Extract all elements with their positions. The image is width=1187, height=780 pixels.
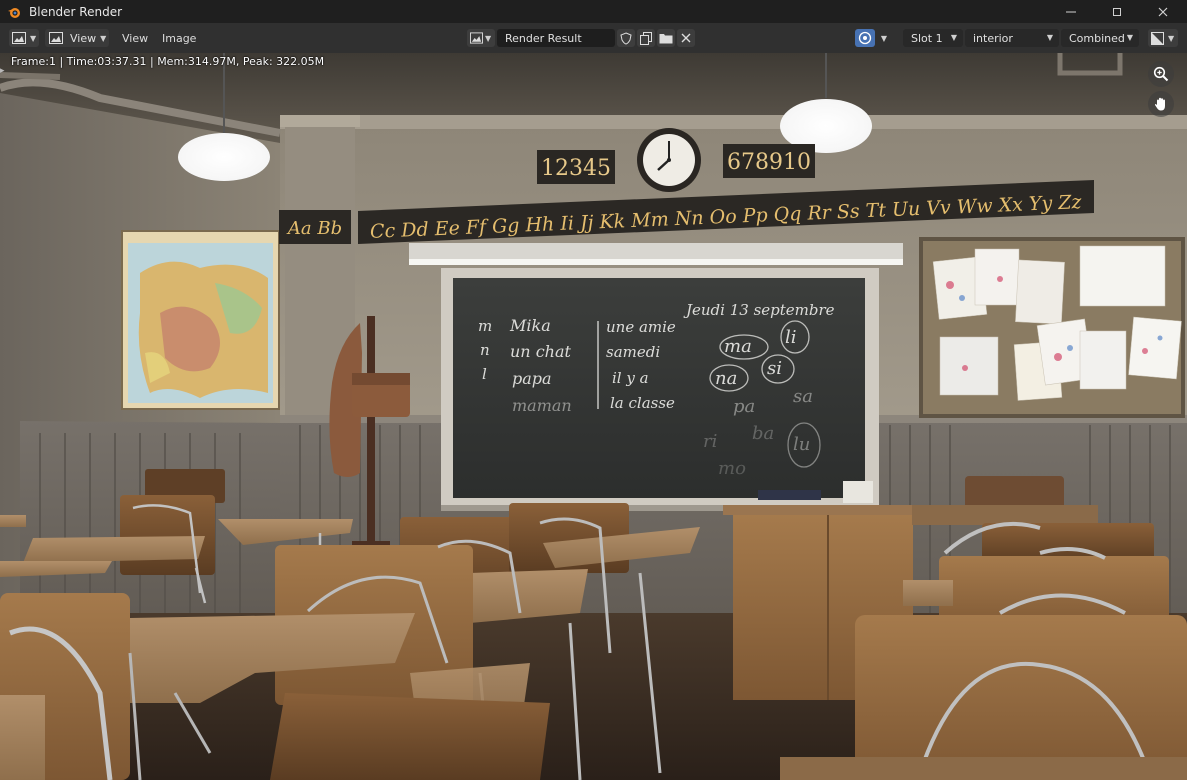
board-col3-0: une amie bbox=[606, 318, 676, 336]
slot-label: Slot 1 bbox=[911, 31, 943, 45]
overlay-toggle-button[interactable] bbox=[855, 29, 875, 47]
pass-label: Combined bbox=[1069, 31, 1125, 45]
board-col2-0: Mika bbox=[509, 316, 551, 335]
editor-type-button[interactable]: ▼ bbox=[9, 29, 39, 47]
render-viewport[interactable]: 12345 678910 Aa Bb Cc Dd Ee Ff Gg Hh Ii … bbox=[0, 53, 1187, 780]
display-channels-button[interactable]: ▼ bbox=[1148, 29, 1178, 47]
layer-dropdown[interactable]: interior ▼ bbox=[965, 29, 1059, 47]
chevron-down-icon: ▼ bbox=[30, 33, 37, 43]
syllable-0: ma bbox=[724, 336, 752, 357]
chevron-down-icon: ▼ bbox=[880, 33, 888, 43]
pass-dropdown[interactable]: Combined ▼ bbox=[1061, 29, 1139, 47]
pan-button[interactable] bbox=[1148, 91, 1174, 117]
board-col3-3: la classe bbox=[610, 394, 675, 412]
window-title: Blender Render bbox=[29, 4, 123, 19]
numbers-left: 12345 bbox=[541, 156, 611, 181]
image-menu[interactable]: Image bbox=[162, 29, 196, 47]
image-view-icon bbox=[49, 32, 63, 44]
close-icon bbox=[1158, 7, 1168, 16]
shield-icon bbox=[620, 31, 632, 45]
alphabet-left: Aa Bb bbox=[286, 218, 342, 239]
render-result-image: 12345 678910 Aa Bb Cc Dd Ee Ff Gg Hh Ii … bbox=[0, 53, 1187, 780]
syllable-3: si bbox=[767, 358, 782, 379]
syllable-6: ri bbox=[703, 431, 717, 452]
color-alpha-icon bbox=[1151, 31, 1164, 45]
zoom-button[interactable] bbox=[1148, 61, 1174, 87]
image-editor-icon bbox=[12, 32, 26, 44]
hand-icon bbox=[1154, 97, 1165, 111]
slot-dropdown[interactable]: Slot 1 ▼ bbox=[903, 29, 963, 47]
chevron-down-icon: ▼ bbox=[1126, 33, 1133, 42]
syllable-1: li bbox=[785, 327, 797, 348]
chevron-down-icon: ▼ bbox=[100, 33, 107, 43]
fake-user-button[interactable] bbox=[617, 29, 635, 47]
board-date: Jeudi 13 septembre bbox=[683, 301, 835, 319]
board-col2-3: maman bbox=[512, 396, 572, 415]
syllable-4: pa bbox=[733, 396, 755, 417]
duplicate-icon bbox=[639, 31, 652, 45]
browse-image-button[interactable]: ▼ bbox=[467, 29, 495, 47]
syllable-7: ba bbox=[752, 423, 774, 444]
board-col1-2: l bbox=[482, 365, 487, 383]
minimize-icon bbox=[1066, 11, 1076, 12]
syllable-9: mo bbox=[718, 458, 746, 479]
maximize-button[interactable] bbox=[1094, 0, 1140, 23]
board-col1-1: n bbox=[480, 341, 490, 359]
render-stats: Frame:1 | Time:03:37.31 | Mem:314.97M, P… bbox=[11, 55, 325, 68]
chevron-down-icon: ▼ bbox=[485, 33, 492, 43]
board-col2-1: un chat bbox=[510, 342, 572, 361]
chevron-down-icon: ▼ bbox=[950, 33, 957, 42]
overlay-icon bbox=[858, 31, 872, 45]
minimize-button[interactable] bbox=[1048, 0, 1094, 23]
image-name-field[interactable]: Render Result bbox=[497, 29, 615, 47]
unlink-image-button[interactable] bbox=[677, 29, 695, 47]
blender-logo-icon bbox=[8, 7, 20, 18]
syllable-8: lu bbox=[793, 434, 810, 455]
region-toggle-arrow-icon[interactable]: ▸ bbox=[0, 66, 5, 76]
syllable-5: sa bbox=[793, 386, 813, 407]
numbers-right: 678910 bbox=[727, 150, 811, 175]
view-menu[interactable]: View bbox=[122, 29, 148, 47]
chevron-down-icon: ▼ bbox=[1046, 33, 1053, 42]
board-col3-1: samedi bbox=[606, 343, 660, 361]
view-mode-label: View bbox=[70, 31, 97, 45]
x-icon bbox=[681, 33, 691, 43]
chevron-down-icon: ▼ bbox=[1168, 33, 1175, 43]
syllable-2: na bbox=[715, 368, 737, 389]
new-image-button[interactable] bbox=[637, 29, 655, 47]
image-browse-icon bbox=[470, 32, 483, 44]
image-editor-header: ▼ View ▼ View Image ▼ Render Result ▼ Sl… bbox=[0, 23, 1187, 53]
overlay-options-button[interactable]: ▼ bbox=[876, 29, 892, 47]
title-bar: Blender Render bbox=[0, 0, 1187, 23]
board-col1-0: m bbox=[478, 317, 492, 335]
board-col3-2: il y a bbox=[612, 369, 649, 387]
close-button[interactable] bbox=[1140, 0, 1186, 23]
open-image-button[interactable] bbox=[657, 29, 675, 47]
view-mode-dropdown[interactable]: View ▼ bbox=[45, 29, 109, 47]
folder-icon bbox=[659, 34, 673, 44]
layer-label: interior bbox=[973, 31, 1013, 45]
board-col2-2: papa bbox=[512, 369, 552, 388]
maximize-icon bbox=[1113, 7, 1121, 16]
zoom-icon bbox=[1153, 66, 1169, 82]
